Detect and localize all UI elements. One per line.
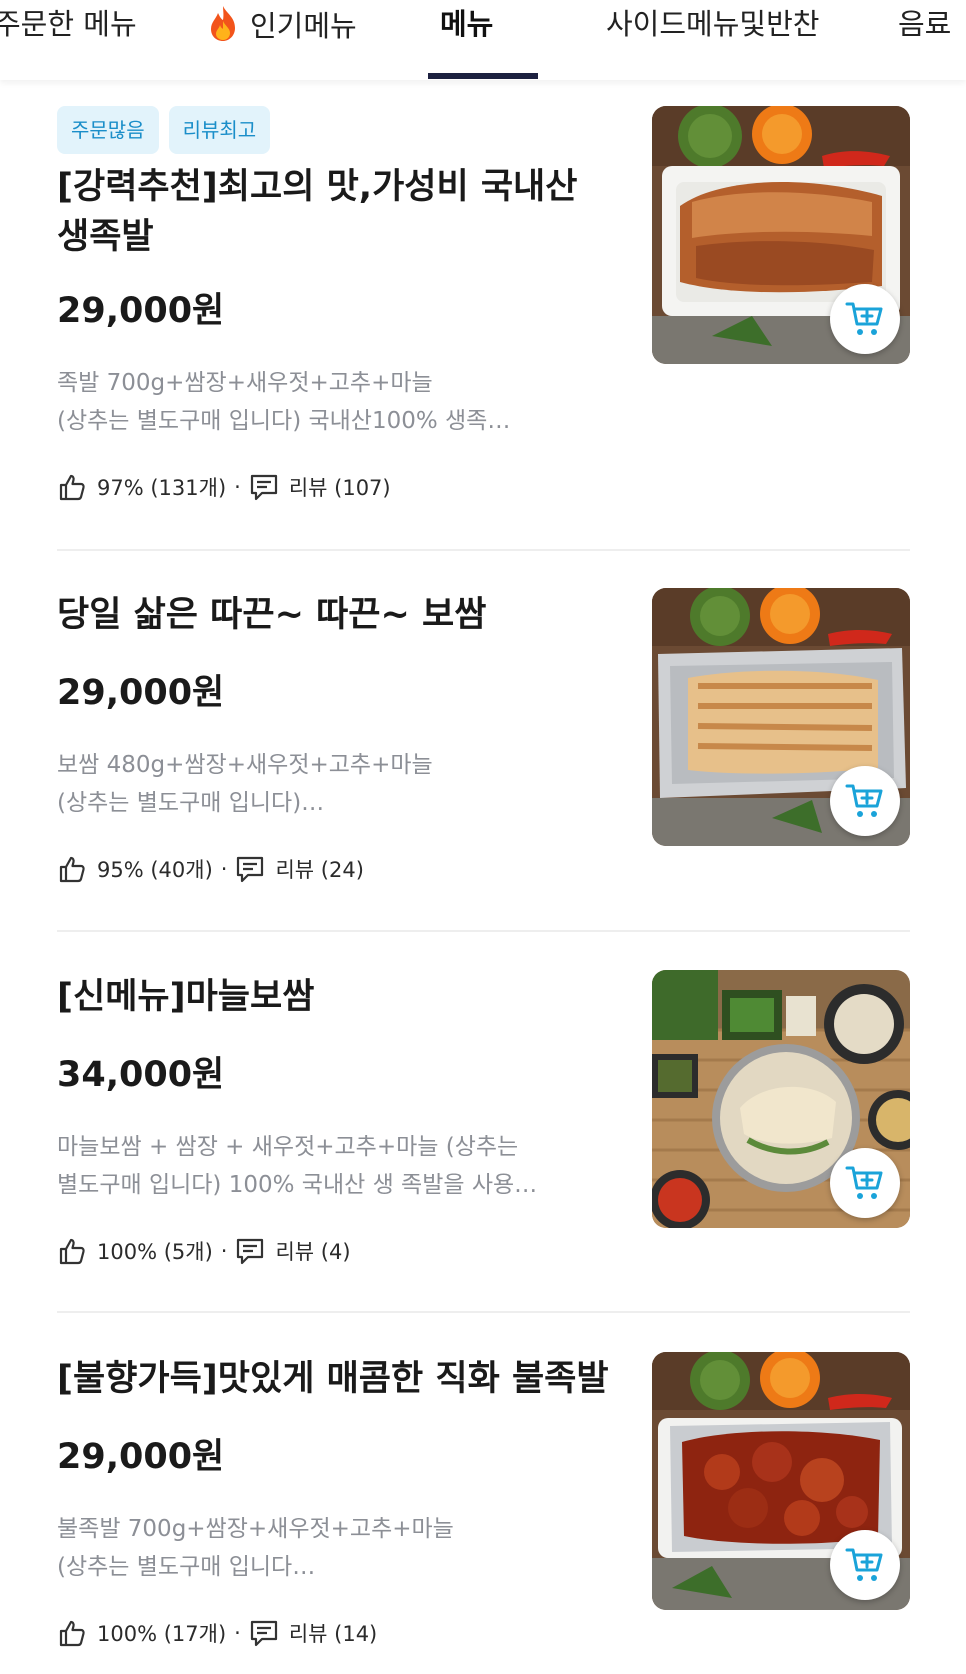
menu-item-photo[interactable] xyxy=(652,970,910,1228)
rating-text: 100% (5개) xyxy=(97,1240,213,1264)
badge-top-reviews: 리뷰최고 xyxy=(168,106,271,154)
review-count: 리뷰 (24) xyxy=(275,858,364,882)
rating-text: 95% (40개) xyxy=(97,858,213,882)
menu-item-stats: 95% (40개) · 리뷰 (24) xyxy=(57,854,364,884)
category-tab-bar: 주문한 메뉴 인기메뉴 메뉴 사이드메뉴및반찬 음료 xyxy=(0,0,966,80)
description-line: 마늘보쌈 + 쌈장 + 새우젓+고추+마늘 (상추는 xyxy=(57,1134,519,1160)
review-icon xyxy=(250,474,277,501)
add-to-cart-button[interactable] xyxy=(830,1530,900,1600)
rating-text: 100% (17개) xyxy=(97,1622,227,1646)
item-divider xyxy=(57,1311,910,1313)
menu-item-name: [신메뉴]마늘보쌈 xyxy=(57,977,315,1017)
item-divider xyxy=(57,930,910,932)
tab-popular-menu[interactable]: 인기메뉴 xyxy=(206,4,357,44)
thumbs-up-icon xyxy=(59,856,85,883)
add-to-cart-button[interactable] xyxy=(830,1148,900,1218)
badge-group: 주문많음 리뷰최고 xyxy=(57,106,271,154)
description-line: 별도구매 입니다) 100% 국내산 생 족발을 사용… xyxy=(57,1172,538,1198)
review-count: 리뷰 (4) xyxy=(275,1240,351,1264)
description-line: (상추는 별도구매 입니다… xyxy=(57,1554,316,1580)
add-to-cart-button[interactable] xyxy=(830,766,900,836)
menu-item-photo[interactable] xyxy=(652,106,910,364)
cart-plus-icon xyxy=(845,784,883,817)
description-line: 족발 700g+쌈장+새우젓+고추+마늘 xyxy=(57,370,433,396)
menu-item-name: [불향가득]맛있게 매콤한 직화 불족발 xyxy=(57,1359,609,1399)
tab-popular-label: 인기메뉴 xyxy=(250,9,357,43)
description-line: (상추는 별도구매 입니다)… xyxy=(57,790,325,816)
cart-plus-icon xyxy=(845,1548,883,1581)
tab-ordered-menu[interactable]: 주문한 메뉴 xyxy=(0,4,137,44)
description-line: 보쌈 480g+쌈장+새우젓+고추+마늘 xyxy=(57,752,433,778)
rating-text: 97% (131개) xyxy=(97,476,227,500)
menu-item-name: 당일 삶은 따끈~ 따끈~ 보쌈 xyxy=(57,595,487,635)
thumbs-up-icon xyxy=(59,474,85,501)
separator-dot: · xyxy=(234,475,241,499)
review-count: 리뷰 (14) xyxy=(288,1622,378,1646)
tab-drinks[interactable]: 음료 xyxy=(898,4,951,44)
review-icon xyxy=(250,1620,277,1647)
review-count: 리뷰 (107) xyxy=(288,476,391,500)
menu-item-price: 29,000원 xyxy=(57,673,225,713)
thumbs-up-icon xyxy=(59,1620,85,1647)
add-to-cart-button[interactable] xyxy=(830,284,900,354)
item-divider xyxy=(57,549,910,551)
menu-item-photo[interactable] xyxy=(652,588,910,846)
tab-side-menu[interactable]: 사이드메뉴및반찬 xyxy=(606,4,819,44)
menu-item-photo[interactable] xyxy=(652,1352,910,1610)
separator-dot: · xyxy=(220,1239,228,1263)
cart-plus-icon xyxy=(845,1166,883,1199)
menu-item-description: 족발 700g+쌈장+새우젓+고추+마늘 (상추는 별도구매 입니다) 국내산1… xyxy=(57,364,617,440)
thumbs-up-icon xyxy=(59,1238,85,1265)
fire-icon xyxy=(211,6,235,41)
menu-item-stats: 97% (131개) · 리뷰 (107) xyxy=(57,472,391,502)
cart-plus-icon xyxy=(845,302,883,335)
menu-item-price: 29,000원 xyxy=(57,1437,225,1477)
menu-item-description: 보쌈 480g+쌈장+새우젓+고추+마늘 (상추는 별도구매 입니다)… xyxy=(57,746,617,822)
review-icon xyxy=(237,856,264,883)
menu-item-name: [강력추천]최고의 맛,가성비 국내산 생족발 xyxy=(57,167,578,257)
menu-item-description: 불족발 700g+쌈장+새우젓+고추+마늘 (상추는 별도구매 입니다… xyxy=(57,1510,617,1586)
badge-popular-orders: 주문많음 xyxy=(57,106,159,154)
tab-menu[interactable]: 메뉴 xyxy=(440,4,493,44)
menu-item-description: 마늘보쌈 + 쌈장 + 새우젓+고추+마늘 (상추는 별도구매 입니다) 100… xyxy=(57,1128,617,1204)
menu-item-price: 29,000원 xyxy=(57,291,225,331)
menu-item-stats: 100% (17개) · 리뷰 (14) xyxy=(57,1618,377,1648)
menu-item-stats: 100% (5개) · 리뷰 (4) xyxy=(57,1236,351,1266)
separator-dot: · xyxy=(220,857,228,881)
menu-item-price: 34,000원 xyxy=(57,1055,225,1095)
review-icon xyxy=(237,1238,264,1265)
description-line: 불족발 700g+쌈장+새우젓+고추+마늘 xyxy=(57,1516,454,1542)
description-line: (상추는 별도구매 입니다) 국내산100% 생족… xyxy=(57,408,511,434)
active-tab-indicator xyxy=(428,73,538,79)
separator-dot: · xyxy=(234,1621,241,1645)
